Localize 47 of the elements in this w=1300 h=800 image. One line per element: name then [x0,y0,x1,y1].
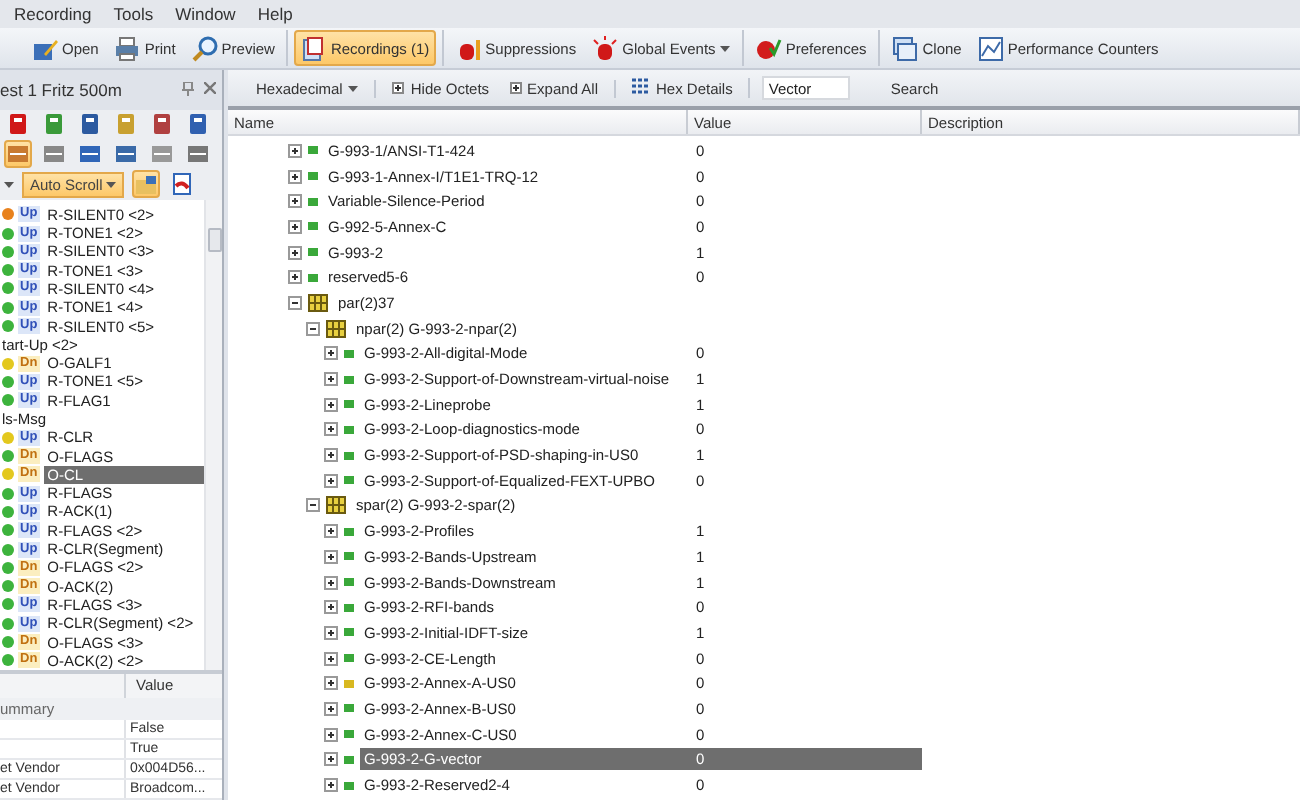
expand-icon[interactable] [288,194,302,209]
expand-icon[interactable] [324,778,338,793]
folder-icon[interactable] [134,173,159,196]
expand-icon[interactable] [324,346,338,361]
caret-icon [106,181,117,188]
expand-icon[interactable] [324,473,338,488]
window-stack-icon [892,35,919,61]
grid-icon [326,496,346,515]
expand-icon[interactable] [324,752,338,767]
panel-title: est 1 Fritz 500m [0,79,122,100]
pin-icon[interactable] [182,82,194,97]
collapse-icon[interactable] [306,321,320,336]
caret-icon [348,85,359,91]
menu-item[interactable]: Window [175,4,236,24]
caret-icon [4,181,14,188]
expand-icon[interactable] [324,524,338,539]
expand-icon[interactable] [324,727,338,742]
close-icon[interactable] [204,82,216,95]
document-stack-icon [300,35,327,61]
expand-icon[interactable] [324,651,338,666]
collapse-icon[interactable] [306,498,320,513]
expand-icon[interactable] [324,397,338,412]
expand-icon[interactable] [288,169,302,184]
expand-icon[interactable] [288,219,302,234]
menu-item[interactable]: Tools [113,4,154,24]
collapse-icon[interactable] [288,295,302,310]
expand-icon[interactable] [324,549,338,564]
expand-icon[interactable] [288,143,302,158]
expand-icon[interactable] [288,245,302,260]
grid-icon [326,319,346,338]
magnifier-icon [191,35,218,61]
menu-item[interactable]: Help [257,4,293,24]
expand-icon[interactable] [324,600,338,615]
plus-box-icon [392,82,405,94]
expand-icon[interactable] [324,372,338,387]
expand-icon[interactable] [324,422,338,437]
grid-icon [308,293,328,312]
ball-check-icon [755,35,782,61]
plus-box-icon [509,82,522,94]
expand-icon[interactable] [324,625,338,640]
expand-icon[interactable] [324,701,338,716]
expand-icon[interactable] [324,575,338,590]
expand-icon[interactable] [324,448,338,463]
expand-icon[interactable] [288,270,302,285]
pencil-folder-icon [32,35,58,61]
expand-icon[interactable] [324,676,338,691]
menu-item[interactable]: Recording [14,4,92,24]
